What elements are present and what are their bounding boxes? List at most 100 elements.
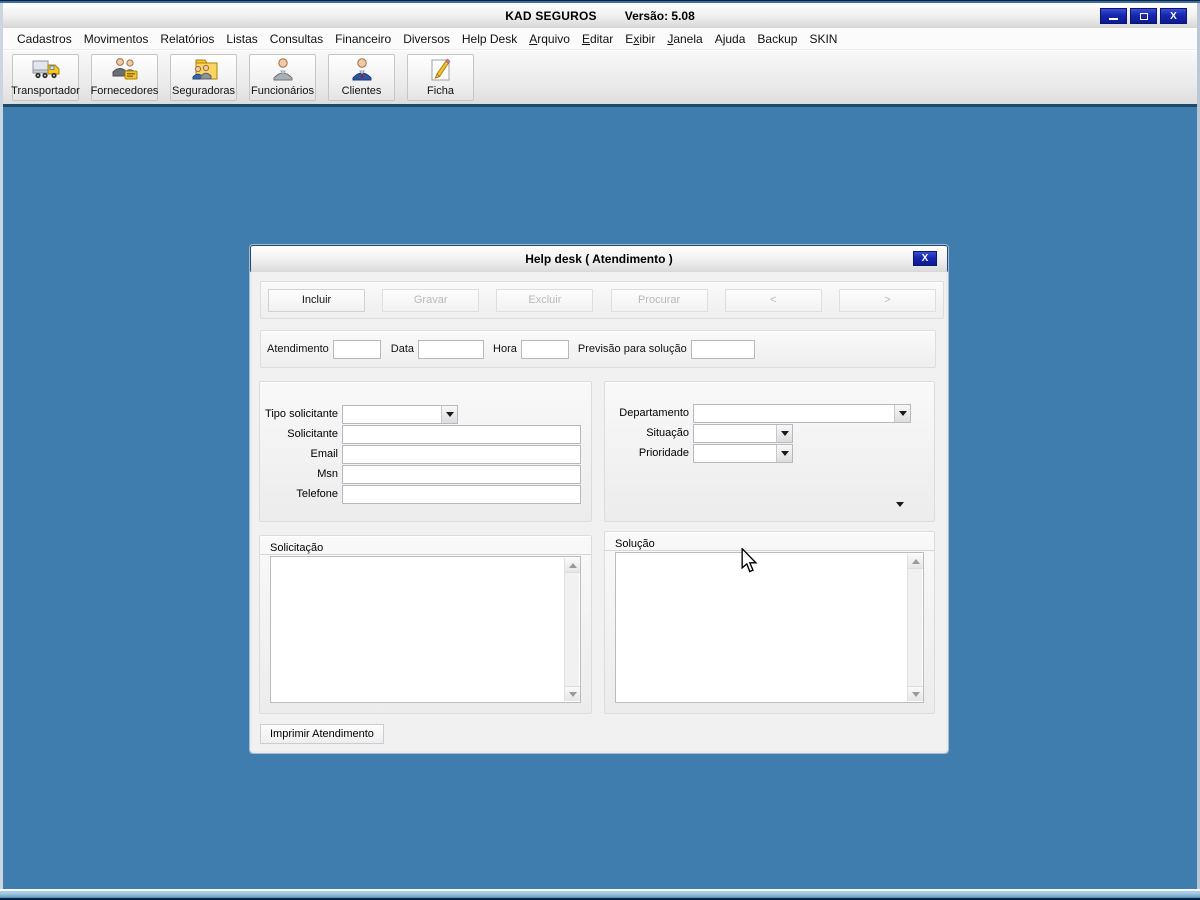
menu-item-consultas[interactable]: Consultas bbox=[264, 29, 329, 49]
email-input[interactable] bbox=[342, 444, 581, 464]
scroll-up-button[interactable] bbox=[908, 554, 923, 569]
dialog-title: Help desk ( Atendimento ) bbox=[525, 251, 673, 266]
dialog-titlebar: Help desk ( Atendimento ) X bbox=[250, 245, 948, 272]
close-icon: X bbox=[1170, 10, 1177, 22]
triangle-up-icon bbox=[568, 562, 577, 568]
toolbar-button-clientes[interactable]: Clientes bbox=[328, 54, 395, 101]
toolbar-button-funcionarios[interactable]: Funcionários bbox=[249, 54, 316, 101]
maximize-icon bbox=[1139, 12, 1148, 20]
menu-item-editar[interactable]: Editar bbox=[576, 29, 619, 49]
imprimir-atendimento-button[interactable]: Imprimir Atendimento bbox=[260, 724, 384, 744]
excluir-button[interactable]: Excluir bbox=[496, 288, 594, 312]
menu-item-relatórios[interactable]: Relatórios bbox=[154, 29, 220, 49]
menu-item-exibir[interactable]: Exibir bbox=[619, 29, 661, 49]
menu-item-backup[interactable]: Backup bbox=[751, 29, 803, 49]
window-frame-left bbox=[0, 3, 3, 889]
atendimento-label: Atendimento bbox=[267, 343, 329, 355]
departamento-value bbox=[694, 405, 894, 422]
insurers-folder-icon bbox=[188, 55, 220, 85]
previsao-input[interactable] bbox=[690, 339, 755, 359]
menu-item-janela[interactable]: Janela bbox=[661, 29, 708, 49]
next-record-button[interactable]: > bbox=[838, 288, 936, 312]
desktop-area: Help desk ( Atendimento ) X Incluir Grav… bbox=[3, 107, 1197, 889]
triangle-down-icon bbox=[911, 691, 920, 697]
record-sheet-icon bbox=[425, 55, 457, 85]
classification-group: Departamento Situação Prioridade bbox=[604, 381, 935, 522]
chevron-down-icon bbox=[445, 411, 454, 417]
menu-item-financeiro[interactable]: Financeiro bbox=[329, 29, 397, 49]
prioridade-value bbox=[694, 445, 776, 462]
chevron-down-icon bbox=[896, 501, 904, 507]
menu-item-cadastros[interactable]: Cadastros bbox=[11, 29, 78, 49]
client-icon bbox=[346, 55, 378, 85]
tipo-solicitante-combobox[interactable] bbox=[342, 404, 458, 424]
menu-item-help-desk[interactable]: Help Desk bbox=[456, 29, 523, 49]
data-label: Data bbox=[390, 343, 415, 355]
menu-item-listas[interactable]: Listas bbox=[220, 29, 263, 49]
gravar-button[interactable]: Gravar bbox=[382, 288, 480, 312]
minimize-button[interactable] bbox=[1100, 8, 1127, 24]
atendimento-input[interactable] bbox=[332, 339, 381, 359]
chevron-down-icon bbox=[780, 430, 789, 436]
mouse-cursor bbox=[740, 546, 758, 577]
solicitacao-textarea[interactable] bbox=[270, 556, 581, 703]
dialog-close-button[interactable]: X bbox=[913, 251, 937, 266]
maximize-button[interactable] bbox=[1130, 8, 1157, 24]
toolbar: Transportador Fornecedores Seguradoras F… bbox=[3, 50, 1197, 107]
toolbar-button-transportador[interactable]: Transportador bbox=[11, 54, 80, 101]
procurar-button[interactable]: Procurar bbox=[610, 288, 708, 312]
toolbar-label-transportador: Transportador bbox=[11, 85, 80, 97]
situacao-dropdown-button[interactable] bbox=[776, 424, 792, 442]
solicitacao-scrollbar[interactable] bbox=[564, 558, 580, 701]
departamento-combobox[interactable] bbox=[693, 403, 911, 423]
menu-item-ajuda[interactable]: Ajuda bbox=[709, 29, 752, 49]
toolbar-label-seguradoras: Seguradoras bbox=[172, 85, 235, 97]
situacao-label: Situação bbox=[646, 427, 689, 439]
menu-item-skin[interactable]: SKIN bbox=[803, 29, 843, 49]
scroll-up-button[interactable] bbox=[565, 558, 580, 573]
solicitante-input[interactable] bbox=[342, 424, 581, 444]
truck-icon bbox=[30, 55, 62, 85]
telefone-input[interactable] bbox=[342, 484, 581, 504]
previous-record-button[interactable]: < bbox=[724, 288, 822, 312]
tipo-solicitante-dropdown-button[interactable] bbox=[441, 405, 457, 423]
toolbar-label-ficha: Ficha bbox=[427, 85, 454, 97]
toolbar-button-fornecedores[interactable]: Fornecedores bbox=[91, 54, 158, 101]
departamento-label: Departamento bbox=[619, 407, 689, 419]
tipo-solicitante-label: Tipo solicitante bbox=[265, 408, 338, 420]
incluir-button[interactable]: Incluir bbox=[268, 288, 365, 312]
chevron-down-icon bbox=[898, 410, 907, 416]
app-titlebar: KAD SEGUROS Versão: 5.08 X bbox=[3, 3, 1197, 28]
menu-item-diversos[interactable]: Diversos bbox=[397, 29, 456, 49]
toolbar-label-clientes: Clientes bbox=[341, 85, 382, 97]
triangle-down-icon bbox=[568, 691, 577, 697]
hora-input[interactable] bbox=[520, 339, 569, 359]
helpdesk-dialog: Help desk ( Atendimento ) X Incluir Grav… bbox=[249, 244, 949, 754]
toolbar-label-funcionarios: Funcionários bbox=[251, 85, 314, 97]
solucao-textarea[interactable] bbox=[615, 552, 924, 703]
solucao-group: Solução bbox=[604, 531, 935, 714]
scroll-down-button[interactable] bbox=[908, 686, 923, 701]
close-button[interactable]: X bbox=[1160, 8, 1187, 24]
scroll-down-button[interactable] bbox=[565, 686, 580, 701]
toolbar-button-seguradoras[interactable]: Seguradoras bbox=[170, 54, 237, 101]
msn-input[interactable] bbox=[342, 464, 581, 484]
prioridade-combobox[interactable] bbox=[693, 443, 793, 463]
prioridade-dropdown-button[interactable] bbox=[776, 444, 792, 462]
toolbar-label-fornecedores: Fornecedores bbox=[90, 85, 159, 97]
data-input[interactable] bbox=[418, 339, 485, 359]
msn-label: Msn bbox=[317, 468, 338, 480]
solicitacao-group: Solicitação bbox=[259, 535, 592, 714]
toolbar-button-ficha[interactable]: Ficha bbox=[407, 54, 474, 101]
solucao-header: Solução bbox=[605, 532, 934, 551]
menu-item-movimentos[interactable]: Movimentos bbox=[78, 29, 155, 49]
employee-icon bbox=[267, 55, 299, 85]
departamento-dropdown-button[interactable] bbox=[894, 404, 910, 422]
situacao-value bbox=[694, 425, 776, 442]
situacao-combobox[interactable] bbox=[693, 423, 793, 443]
chevron-down-icon bbox=[780, 450, 789, 456]
previsao-label: Previsão para solução bbox=[577, 343, 687, 355]
menu-item-arquivo[interactable]: Arquivo bbox=[523, 29, 576, 49]
solucao-scrollbar[interactable] bbox=[907, 554, 923, 701]
hidden-dropdown-button[interactable] bbox=[892, 497, 908, 511]
